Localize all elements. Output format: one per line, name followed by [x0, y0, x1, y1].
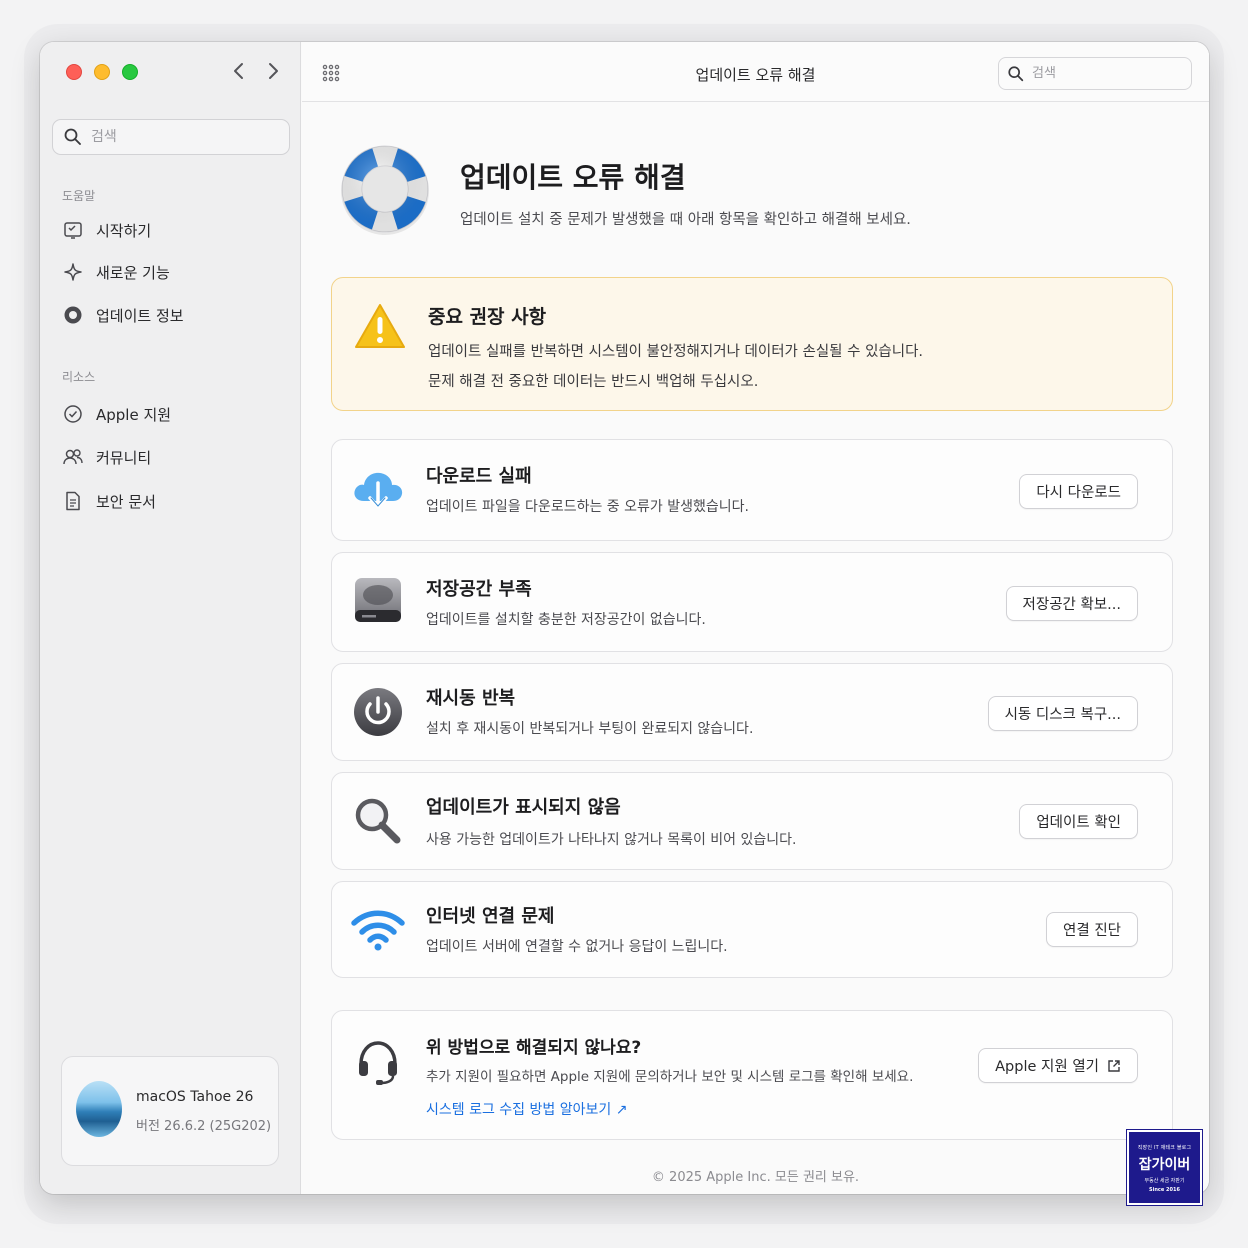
badge-sub: 부동산 세금 자판기: [1144, 1178, 1185, 1184]
open-apple-support-button[interactable]: Apple 지원 열기: [978, 1048, 1138, 1083]
issue-description: 사용 가능한 업데이트가 나타나지 않거나 목록이 비어 있습니다.: [426, 832, 797, 848]
macos-wallpaper-icon: [76, 1081, 122, 1137]
diagnose-connection-button[interactable]: 연결 진단: [1046, 912, 1138, 947]
external-link-icon: [1108, 1059, 1120, 1072]
power-icon: [350, 684, 406, 740]
free-storage-button[interactable]: 저장공간 확보...: [1005, 586, 1138, 621]
sidebar-item-label: Apple 지원: [96, 405, 172, 424]
sidebar-search-field[interactable]: [52, 119, 290, 155]
issue-title: 인터넷 연결 문제: [426, 906, 555, 927]
system-log-guide-link[interactable]: 시스템 로그 수집 방법 알아보기 ↗: [426, 1099, 627, 1119]
sidebar-item-new-features[interactable]: 새로운 기능: [54, 255, 286, 289]
toolbar-search-field[interactable]: [998, 57, 1192, 90]
support-check-icon: [62, 403, 84, 425]
sidebar-item-label: 새로운 기능: [96, 263, 170, 282]
toolbar-search-input[interactable]: [1032, 66, 1182, 81]
help-title: 위 방법으로 해결되지 않나요?: [426, 1038, 642, 1058]
sidebar-item-apple-support[interactable]: Apple 지원: [54, 397, 286, 431]
close-window-button[interactable]: [66, 64, 82, 80]
page-title: 업데이트 오류 해결: [460, 161, 686, 194]
wifi-icon: [350, 902, 406, 958]
issue-title: 다운로드 실패: [426, 466, 532, 487]
hard-drive-icon: [350, 573, 406, 629]
redownload-button[interactable]: 다시 다운로드: [1019, 474, 1138, 509]
os-version: 버전 26.6.2 (25G202): [136, 1119, 272, 1134]
sidebar-item-getting-started[interactable]: 시작하기: [54, 213, 286, 247]
forward-chevron-icon[interactable]: [262, 60, 284, 84]
copyright-footer: © 2025 Apple Inc. 모든 권리 보유.: [651, 1170, 860, 1185]
issue-card-update-not-shown: 업데이트가 표시되지 않음 사용 가능한 업데이트가 나타나지 않거나 목록이 …: [331, 772, 1173, 870]
search-icon: [64, 128, 81, 145]
blog-watermark-badge: 직장인 IT 재테크 블로그 잡가이버 부동산 세금 자판기 Since 201…: [1126, 1129, 1203, 1206]
people-icon: [62, 446, 84, 468]
badge-name: 잡가이버: [1138, 1157, 1191, 1173]
additional-help-card: 위 방법으로 해결되지 않나요? 추가 지원이 필요하면 Apple 지원에 문…: [331, 1010, 1173, 1140]
sidebar-item-security-docs[interactable]: 보안 문서: [54, 484, 286, 518]
check-updates-button[interactable]: 업데이트 확인: [1019, 804, 1138, 839]
issue-card-storage-low: 저장공간 부족 업데이트를 설치할 충분한 저장공간이 없습니다. 저장공간 확…: [331, 552, 1173, 652]
issue-description: 업데이트 파일을 다운로드하는 중 오류가 발생했습니다.: [426, 499, 749, 515]
sparkle-icon: [62, 261, 84, 283]
help-window: 도움말 시작하기 새로운 기능 업데이트 정보 리소스 Apple 지원: [40, 42, 1209, 1194]
sidebar-item-label: 커뮤니티: [96, 448, 152, 467]
sidebar-search-input[interactable]: [91, 129, 271, 145]
magnifier-icon: [350, 793, 406, 849]
warning-line: 문제 해결 전 중요한 데이터는 반드시 백업해 두십시오.: [428, 374, 759, 390]
issue-title: 업데이트가 표시되지 않음: [426, 797, 621, 818]
badge-tagline: 직장인 IT 재테크 블로그: [1137, 1145, 1192, 1151]
issue-description: 업데이트 서버에 연결할 수 없거나 응답이 느립니다.: [426, 939, 728, 955]
issue-title: 재시동 반복: [426, 688, 516, 709]
sidebar-item-label: 업데이트 정보: [96, 306, 184, 325]
page-subtitle: 업데이트 설치 중 문제가 발생했을 때 아래 항목을 확인하고 해결해 보세요…: [460, 212, 911, 228]
cloud-download-icon: [350, 462, 406, 518]
sidebar-item-label: 시작하기: [96, 221, 152, 240]
warning-line: 업데이트 실패를 반복하면 시스템이 불안정해지거나 데이터가 손실될 수 있습…: [428, 344, 924, 360]
issue-description: 업데이트를 설치할 충분한 저장공간이 없습니다.: [426, 612, 706, 628]
main-content: 업데이트 오류 해결 업데이트 오류 해결 업데이트 설치 중 문제가 발생했을…: [302, 42, 1209, 1194]
issue-card-download-failed: 다운로드 실패 업데이트 파일을 다운로드하는 중 오류가 발생했습니다. 다시…: [331, 439, 1173, 541]
sidebar: 도움말 시작하기 새로운 기능 업데이트 정보 리소스 Apple 지원: [40, 42, 301, 1194]
warning-title: 중요 권장 사항: [428, 306, 547, 328]
badge-since: Since 2016: [1149, 1187, 1180, 1193]
info-circle-icon: [62, 304, 84, 326]
search-icon: [1008, 65, 1024, 81]
issue-title: 저장공간 부족: [426, 579, 532, 600]
repair-startup-disk-button[interactable]: 시동 디스크 복구...: [987, 696, 1138, 731]
sidebar-item-community[interactable]: 커뮤니티: [54, 440, 286, 474]
warning-triangle-icon: [355, 304, 405, 348]
os-name: macOS Tahoe 26: [136, 1089, 254, 1105]
headset-icon: [350, 1033, 406, 1089]
document-icon: [62, 490, 84, 512]
lifebuoy-icon: [341, 145, 429, 235]
zoom-window-button[interactable]: [122, 64, 138, 80]
issue-description: 설치 후 재시동이 반복되거나 부팅이 완료되지 않습니다.: [426, 721, 754, 737]
help-description: 추가 지원이 필요하면 Apple 지원에 문의하거나 보안 및 시스템 로그를…: [426, 1069, 914, 1085]
os-version-card: macOS Tahoe 26 버전 26.6.2 (25G202): [61, 1056, 279, 1166]
back-chevron-icon[interactable]: [228, 60, 250, 84]
checklist-icon: [62, 219, 84, 241]
sidebar-section-resources-header: 리소스: [62, 370, 96, 384]
warning-callout: 중요 권장 사항 업데이트 실패를 반복하면 시스템이 불안정해지거나 데이터가…: [331, 277, 1173, 411]
sidebar-section-help-header: 도움말: [62, 189, 96, 203]
issue-card-internet: 인터넷 연결 문제 업데이트 서버에 연결할 수 없거나 응답이 느립니다. 연…: [331, 881, 1173, 978]
sidebar-item-label: 보안 문서: [96, 492, 156, 511]
toolbar: 업데이트 오류 해결: [302, 42, 1209, 102]
issue-card-restart-loop: 재시동 반복 설치 후 재시동이 반복되거나 부팅이 완료되지 않습니다. 시동…: [331, 663, 1173, 761]
minimize-window-button[interactable]: [94, 64, 110, 80]
open-apple-support-label: Apple 지원 열기: [995, 1059, 1099, 1075]
sidebar-item-update-info[interactable]: 업데이트 정보: [54, 298, 286, 332]
